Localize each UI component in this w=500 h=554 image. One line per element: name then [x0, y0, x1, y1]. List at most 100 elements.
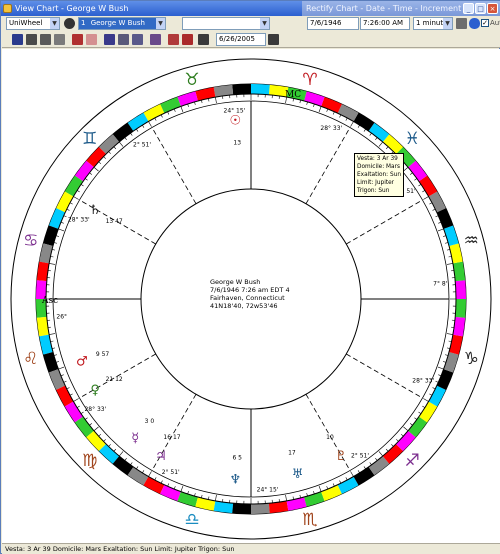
house-cusp-line [346, 199, 423, 245]
rectify-apply-icon[interactable] [456, 18, 467, 29]
table-icon[interactable] [132, 34, 143, 45]
degree-tick [299, 494, 301, 498]
degree-tick [84, 417, 88, 420]
print-icon[interactable] [40, 34, 51, 45]
degree-tick [326, 108, 329, 112]
sign-glyph: ♍ [82, 451, 97, 471]
delete-icon[interactable] [86, 34, 97, 45]
center-datetime: 7/6/1946 7:26 am EDT 4 [210, 286, 290, 294]
house-cusp-line [305, 127, 351, 204]
degree-tick [350, 121, 354, 127]
chart-icon[interactable] [64, 18, 75, 29]
rectify-time-value: 7:26:00 AM [363, 19, 404, 27]
degree-tick [332, 111, 335, 115]
print-preview-icon[interactable] [26, 34, 37, 45]
degree-tick [429, 393, 433, 396]
red-wheel-icon[interactable] [168, 34, 179, 45]
minimize-button[interactable]: _ [463, 3, 474, 14]
save-icon[interactable] [12, 34, 23, 45]
planet-glyph: ♇ [335, 449, 347, 464]
degree-tick [208, 496, 210, 500]
planet-degree: 13 47 [106, 218, 123, 225]
planet-glyph: ♅ [292, 467, 304, 482]
degree-tick [180, 485, 184, 492]
degree-tick [422, 190, 426, 193]
window-title: View Chart - George W Bush [15, 4, 129, 13]
degree-tick [385, 448, 389, 452]
calendar-picker-icon[interactable] [268, 34, 279, 45]
degree-tick [215, 97, 217, 104]
app-icon [3, 4, 12, 13]
ring-segment [251, 84, 270, 95]
degree-tick [332, 483, 335, 487]
degree-tick [345, 477, 348, 481]
chevron-down-icon: ▼ [50, 18, 59, 29]
increment-select[interactable]: 1 minute ▼ [413, 17, 453, 30]
degree-tick [113, 146, 117, 150]
degree-tick [60, 374, 64, 377]
degree-tick [118, 141, 124, 147]
degree-tick [98, 161, 102, 165]
degree-tick [339, 480, 342, 484]
copy-icon[interactable] [54, 34, 65, 45]
date-field[interactable]: 6/26/2005 [216, 33, 266, 46]
degree-tick [66, 208, 70, 211]
maximize-button[interactable]: □ [475, 3, 486, 14]
auto-checkbox[interactable]: ✓ [481, 19, 489, 27]
second-chart-select[interactable]: ▼ [182, 17, 270, 30]
ring-segment [455, 280, 466, 299]
center-name: George W Bush [210, 278, 261, 286]
degree-tick [124, 137, 127, 141]
degree-tick [142, 470, 145, 474]
rectify-titlebar[interactable]: Rectify Chart - Date - Time - Increment … [302, 1, 500, 16]
degree-tick [378, 451, 384, 457]
close-button[interactable]: × [487, 3, 498, 14]
progress-icon[interactable] [182, 34, 193, 45]
degree-tick [89, 172, 93, 175]
rectify-time-field[interactable]: 7:26:00 AM [360, 17, 410, 30]
degree-tick [187, 103, 189, 107]
rectify-date-field[interactable]: 7/6/1946 [307, 17, 359, 30]
planet-glyph: ♀ [90, 383, 100, 398]
degree-tick [446, 249, 450, 251]
tooltip-line: Vesta: 3 Ar 39 [357, 156, 398, 162]
degree-tick [448, 340, 452, 342]
auto-label: Auto [490, 19, 500, 27]
degree-tick [194, 493, 196, 497]
degree-tick [357, 124, 360, 128]
degree-tick [378, 141, 384, 147]
degree-tick [80, 411, 84, 414]
chart-select[interactable]: 1 George W Bush ▼ [78, 17, 166, 30]
report-icon[interactable] [72, 34, 83, 45]
degree-tick [400, 433, 404, 437]
degree-tick [173, 108, 176, 112]
planet-glyph: ☉ [229, 114, 241, 129]
sign-glyph: ♑ [464, 349, 479, 369]
degree-tick [403, 426, 409, 432]
degree-tick [52, 249, 56, 251]
planet-degree: 3 0 [145, 418, 155, 425]
mc-label: MC [285, 90, 301, 100]
chevron-down-icon: ▼ [260, 18, 269, 29]
planet-glyph: ♆ [229, 472, 241, 487]
wheel-type-select[interactable]: UniWheel ▼ [6, 17, 60, 30]
degree-tick [148, 471, 152, 477]
degree-tick [69, 393, 73, 396]
degree-tick [76, 190, 80, 193]
window-titlebar[interactable]: View Chart - George W Bush [1, 1, 302, 16]
chart-canvas[interactable]: ♋ ♊ ♉ ♈ ♓ ♒ ♑ ♐ ♏ ♎ ♍ ♌ Asc MC ♀ 21 12 ☿ 3 0 ♄ 13 47 ♂ 9 57 ♃ 1… [2, 49, 500, 543]
degree-tick [369, 462, 372, 466]
calc-icon[interactable] [104, 34, 115, 45]
degree-tick [445, 354, 449, 356]
wheel-icon[interactable] [150, 34, 161, 45]
degree-tick [375, 457, 378, 461]
degree-tick [369, 132, 372, 136]
degree-tick [435, 215, 439, 218]
help-icon[interactable] [469, 18, 480, 29]
calendar-icon[interactable] [198, 34, 209, 45]
vesta-tooltip: Vesta: 3 Ar 39 Domicile: Mars Exaltation… [354, 153, 404, 197]
degree-tick [285, 494, 287, 501]
degree-tick [443, 235, 447, 237]
degree-tick [432, 208, 436, 211]
grid-icon[interactable] [118, 34, 129, 45]
